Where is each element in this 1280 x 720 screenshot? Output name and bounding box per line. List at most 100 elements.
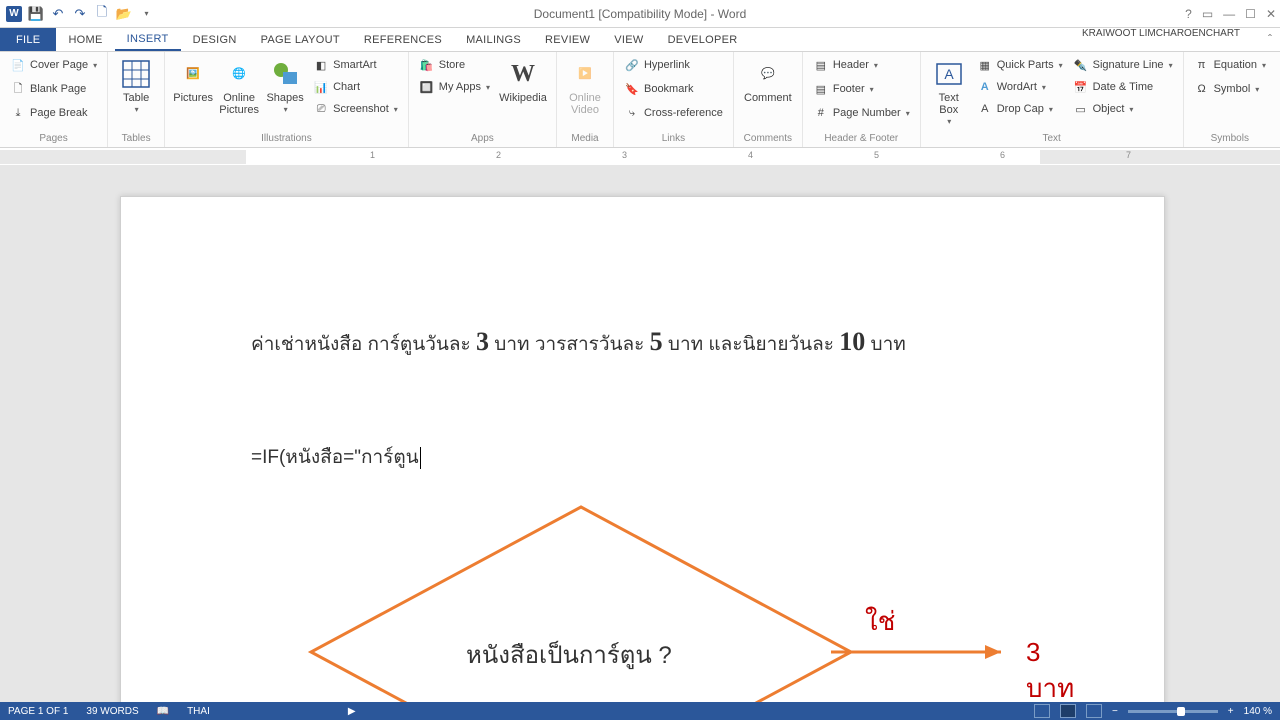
tab-mailings[interactable]: MAILINGS (454, 28, 533, 51)
shapes-label: Shapes (266, 92, 303, 104)
bookmark-button[interactable]: 🔖Bookmark (620, 78, 698, 100)
zoom-slider[interactable] (1128, 710, 1218, 713)
view-read-icon[interactable] (1034, 704, 1050, 718)
yes-label[interactable]: ใช่ (865, 601, 895, 642)
dropcap-button[interactable]: ADrop Cap▾ (973, 98, 1067, 120)
horizontal-ruler[interactable]: 1 2 3 4 5 6 7 (0, 148, 1280, 166)
diamond-question[interactable]: หนังสือเป็นการ์ตูน ? (466, 635, 672, 674)
screenshot-button[interactable]: ⎚Screenshot▾ (309, 98, 402, 120)
status-page[interactable]: PAGE 1 OF 1 (8, 706, 68, 717)
pictures-icon: 🖼️ (177, 58, 209, 90)
group-links-label: Links (620, 131, 727, 147)
datetime-button[interactable]: 📅Date & Time (1069, 76, 1177, 98)
tab-review[interactable]: REVIEW (533, 28, 602, 51)
cross-reference-label: Cross-reference (644, 107, 723, 119)
online-pictures-button[interactable]: 🌐Online Pictures (217, 54, 261, 120)
pictures-label: Pictures (173, 92, 213, 104)
status-words[interactable]: 39 WORDS (86, 706, 138, 717)
group-symbols-label: Symbols (1190, 131, 1270, 147)
collapse-ribbon-icon[interactable]: ˆ (1268, 32, 1272, 46)
page-break-icon: ⤓ (10, 105, 26, 121)
cross-reference-button[interactable]: ⤷Cross-reference (620, 102, 727, 124)
ribbon-options-icon[interactable]: ▭ (1202, 7, 1213, 21)
video-icon: ▶️ (569, 58, 601, 90)
status-lang[interactable]: THAI (187, 706, 210, 717)
view-print-icon[interactable] (1060, 704, 1076, 718)
smartart-label: SmartArt (333, 59, 376, 71)
page-break-button[interactable]: ⤓Page Break (6, 102, 91, 124)
text: 10 (839, 327, 865, 356)
group-apps: 🛍️Store 🔲My Apps▾ W Wikipedia Apps (409, 52, 557, 147)
footer-button[interactable]: ▤Footer▾ (809, 78, 878, 100)
wikipedia-label: Wikipedia (499, 92, 547, 104)
tab-view[interactable]: VIEW (602, 28, 655, 51)
tab-home[interactable]: HOME (56, 28, 114, 51)
wikipedia-button[interactable]: W Wikipedia (496, 54, 550, 108)
view-web-icon[interactable] (1086, 704, 1102, 718)
maximize-icon[interactable]: ☐ (1245, 7, 1256, 21)
myapps-button[interactable]: 🔲My Apps▾ (415, 76, 494, 98)
document-area[interactable]: ค่าเช่าหนังสือ การ์ตูนวันละ 3 บาท วารสาร… (0, 166, 1280, 702)
document-page[interactable]: ค่าเช่าหนังสือ การ์ตูนวันละ 3 บาท วารสาร… (120, 196, 1165, 702)
tab-file[interactable]: FILE (0, 28, 56, 51)
minimize-icon[interactable]: — (1223, 7, 1235, 21)
undo-icon[interactable]: ↶ (50, 6, 66, 22)
quickparts-button[interactable]: ▦Quick Parts▾ (973, 54, 1067, 76)
status-spellcheck-icon[interactable]: 📖 (157, 706, 169, 717)
object-button[interactable]: ▭Object▾ (1069, 98, 1177, 120)
equation-button[interactable]: πEquation▾ (1190, 54, 1270, 76)
video-label: Online Video (565, 92, 605, 116)
tab-insert[interactable]: INSERT (115, 28, 181, 51)
redo-icon[interactable]: ↷ (72, 6, 88, 22)
table-label: Table (123, 92, 149, 104)
page-number-icon: # (813, 105, 829, 121)
status-macro-icon[interactable]: ▶ (348, 706, 356, 717)
flowchart[interactable]: หนังสือเป็นการ์ตูน ? ใช่ 3 บาท (211, 497, 1031, 702)
group-apps-label: Apps (415, 131, 550, 147)
save-icon[interactable]: 💾 (28, 6, 44, 22)
doc-formula-line[interactable]: =IF(หนังสือ="การ์ตูน (251, 442, 421, 472)
group-pages: 📄Cover Page▾ 🗋Blank Page ⤓Page Break Pag… (0, 52, 108, 147)
new-icon[interactable]: 🗋 (94, 6, 110, 22)
object-label: Object (1093, 103, 1125, 115)
group-illustrations: 🖼️ Pictures 🌐Online Pictures Shapes▾ ◧ Sma… (165, 52, 409, 147)
store-button[interactable]: 🛍️Store (415, 54, 494, 76)
cover-page-button[interactable]: 📄Cover Page▾ (6, 54, 101, 76)
header-icon: ▤ (813, 57, 829, 73)
close-icon[interactable]: ✕ (1266, 7, 1276, 21)
chart-button[interactable]: 📊Chart (309, 76, 402, 98)
doc-paragraph-1[interactable]: ค่าเช่าหนังสือ การ์ตูนวันละ 3 บาท วารสาร… (251, 327, 906, 359)
result-label[interactable]: 3 บาท (1026, 637, 1074, 702)
signature-button[interactable]: ✒️Signature Line▾ (1069, 54, 1177, 76)
shapes-button[interactable]: Shapes▾ (263, 54, 307, 119)
header-button[interactable]: ▤Header▾ (809, 54, 882, 76)
wikipedia-icon: W (507, 58, 539, 90)
blank-page-button[interactable]: 🗋Blank Page (6, 78, 90, 100)
zoom-out-icon[interactable]: − (1112, 706, 1118, 717)
tab-design[interactable]: DESIGN (181, 28, 249, 51)
page-number-button[interactable]: #Page Number▾ (809, 102, 914, 124)
text: บาท และนิยายวันละ (663, 334, 840, 355)
smartart-button[interactable]: ◧ SmartArt (309, 54, 402, 76)
help-icon[interactable]: ? (1185, 7, 1192, 21)
textbox-button[interactable]: AText Box▾ (927, 54, 971, 131)
equation-label: Equation (1214, 59, 1257, 71)
tab-page-layout[interactable]: PAGE LAYOUT (249, 28, 352, 51)
user-name[interactable]: KRAIWOOT LIMCHAROENCHART (1082, 28, 1240, 39)
tab-developer[interactable]: DEVELOPER (656, 28, 750, 51)
table-button[interactable]: Table▾ (114, 54, 158, 119)
zoom-level[interactable]: 140 % (1244, 706, 1272, 717)
symbol-button[interactable]: ΩSymbol▾ (1190, 78, 1264, 100)
wordart-icon: A (977, 79, 993, 95)
wordart-button[interactable]: AWordArt▾ (973, 76, 1067, 98)
hyperlink-button[interactable]: 🔗Hyperlink (620, 54, 694, 76)
qat-dropdown-icon[interactable]: ▾ (138, 6, 154, 22)
smartart-icon: ◧ (313, 57, 329, 73)
comment-button[interactable]: 💬Comment (740, 54, 796, 108)
pictures-button[interactable]: 🖼️ Pictures (171, 54, 215, 108)
zoom-in-icon[interactable]: + (1228, 706, 1234, 717)
open-icon[interactable]: 📂 (116, 6, 132, 22)
group-comments-label: Comments (740, 131, 796, 147)
tab-references[interactable]: REFERENCES (352, 28, 454, 51)
header-label: Header (833, 59, 869, 71)
